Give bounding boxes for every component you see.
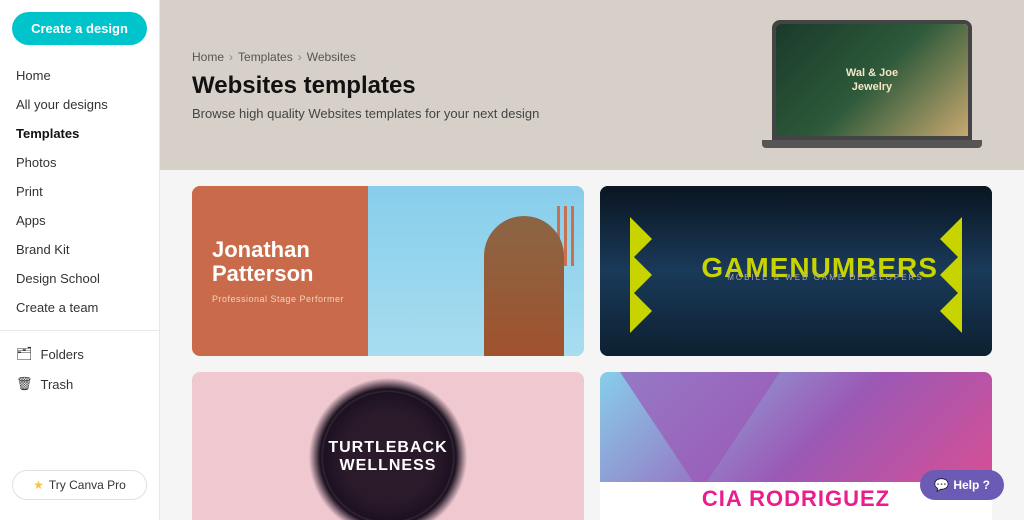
turtle-subtitle: WELLNESS	[328, 457, 447, 475]
jonathan-right-panel	[368, 186, 584, 356]
try-pro-button[interactable]: ★ Try Canva Pro	[12, 470, 147, 500]
sidebar-item-label: Create a team	[16, 300, 98, 315]
folders-label: Folders	[41, 347, 84, 362]
help-button[interactable]: 💬 Help ?	[920, 470, 1004, 500]
main-content: Home › Templates › Websites Websites tem…	[160, 0, 1024, 520]
breadcrumb-templates[interactable]: Templates	[238, 50, 293, 64]
sidebar-divider	[0, 330, 159, 331]
sidebar-item-all-designs[interactable]: All your designs	[0, 90, 159, 119]
hero-text-block: Home › Templates › Websites Websites tem…	[192, 50, 539, 121]
jonathan-subtitle: Professional Stage Performer	[212, 294, 348, 304]
template-grid: JonathanPatterson Professional Stage Per…	[160, 170, 1024, 520]
trash-icon: 🗑	[16, 376, 33, 392]
sidebar-bottom: ★ Try Canva Pro	[0, 462, 159, 508]
help-icon: 💬	[934, 478, 949, 492]
sidebar-item-label: Print	[16, 184, 43, 199]
sidebar-item-apps[interactable]: Apps	[0, 206, 159, 235]
sidebar: Create a design Home All your designs Te…	[0, 0, 160, 520]
laptop-base	[762, 140, 982, 148]
cia-name: CIA RODRIGUEZ	[702, 486, 890, 512]
sidebar-item-create-team[interactable]: Create a team	[0, 293, 159, 322]
sidebar-nav: Home All your designs Templates Photos P…	[0, 61, 159, 462]
sidebar-item-design-school[interactable]: Design School	[0, 264, 159, 293]
chevrons-left	[630, 217, 652, 325]
hero-image: Wal & JoeJewelry	[772, 20, 992, 150]
chevron-3	[630, 289, 652, 333]
breadcrumb-home[interactable]: Home	[192, 50, 224, 64]
sidebar-item-print[interactable]: Print	[0, 177, 159, 206]
game-subtitle: MOBILE & WEB GAME DEVELOPERS	[727, 273, 923, 282]
template-card-gamenumbers[interactable]: GAMENUMBERS MOBILE & WEB GAME DEVELOPERS	[600, 186, 992, 356]
template-card-turtleback[interactable]: TURTLEBACK WELLNESS	[192, 372, 584, 520]
folder-icon: 🗂	[16, 346, 33, 362]
jonathan-left-panel: JonathanPatterson Professional Stage Per…	[192, 186, 368, 356]
sidebar-item-label: All your designs	[16, 97, 108, 112]
create-design-button[interactable]: Create a design	[12, 12, 147, 45]
star-icon: ★	[33, 478, 44, 492]
sidebar-item-photos[interactable]: Photos	[0, 148, 159, 177]
hero-subtitle: Browse high quality Websites templates f…	[192, 106, 539, 121]
breadcrumb-sep-2: ›	[298, 50, 302, 64]
turtle-text: TURTLEBACK WELLNESS	[328, 439, 447, 474]
chevron-right-3	[940, 289, 962, 333]
breadcrumb-websites: Websites	[307, 50, 356, 64]
breadcrumb: Home › Templates › Websites	[192, 50, 539, 64]
sidebar-item-templates[interactable]: Templates	[0, 119, 159, 148]
sidebar-item-folders[interactable]: 🗂 Folders	[0, 339, 159, 369]
sidebar-item-label: Apps	[16, 213, 46, 228]
template-card-jonathan[interactable]: JonathanPatterson Professional Stage Per…	[192, 186, 584, 356]
accent-bar-3	[571, 206, 574, 266]
sidebar-item-trash[interactable]: 🗑 Trash	[0, 369, 159, 399]
sidebar-item-home[interactable]: Home	[0, 61, 159, 90]
person-silhouette	[484, 216, 564, 356]
sidebar-item-label: Brand Kit	[16, 242, 69, 257]
sidebar-item-label: Templates	[16, 126, 79, 141]
trash-label: Trash	[41, 377, 74, 392]
sidebar-item-label: Design School	[16, 271, 100, 286]
laptop-screen: Wal & JoeJewelry	[776, 24, 968, 136]
breadcrumb-sep-1: ›	[229, 50, 233, 64]
sidebar-item-label: Home	[16, 68, 51, 83]
laptop-screen-text: Wal & JoeJewelry	[846, 66, 898, 95]
help-label: Help ?	[953, 478, 990, 492]
laptop-mockup: Wal & JoeJewelry	[772, 20, 972, 140]
chevrons-right	[940, 217, 962, 325]
sidebar-item-label: Photos	[16, 155, 56, 170]
hero-banner: Home › Templates › Websites Websites tem…	[160, 0, 1024, 170]
flower-circle: TURTLEBACK WELLNESS	[323, 392, 453, 520]
turtle-title: TURTLEBACK	[328, 439, 447, 457]
try-pro-label: Try Canva Pro	[49, 478, 126, 492]
accent-bar-2	[564, 206, 567, 266]
geo-triangle	[620, 372, 780, 492]
page-title: Websites templates	[192, 72, 539, 100]
jonathan-name: JonathanPatterson	[212, 238, 348, 286]
sidebar-item-brand-kit[interactable]: Brand Kit	[0, 235, 159, 264]
